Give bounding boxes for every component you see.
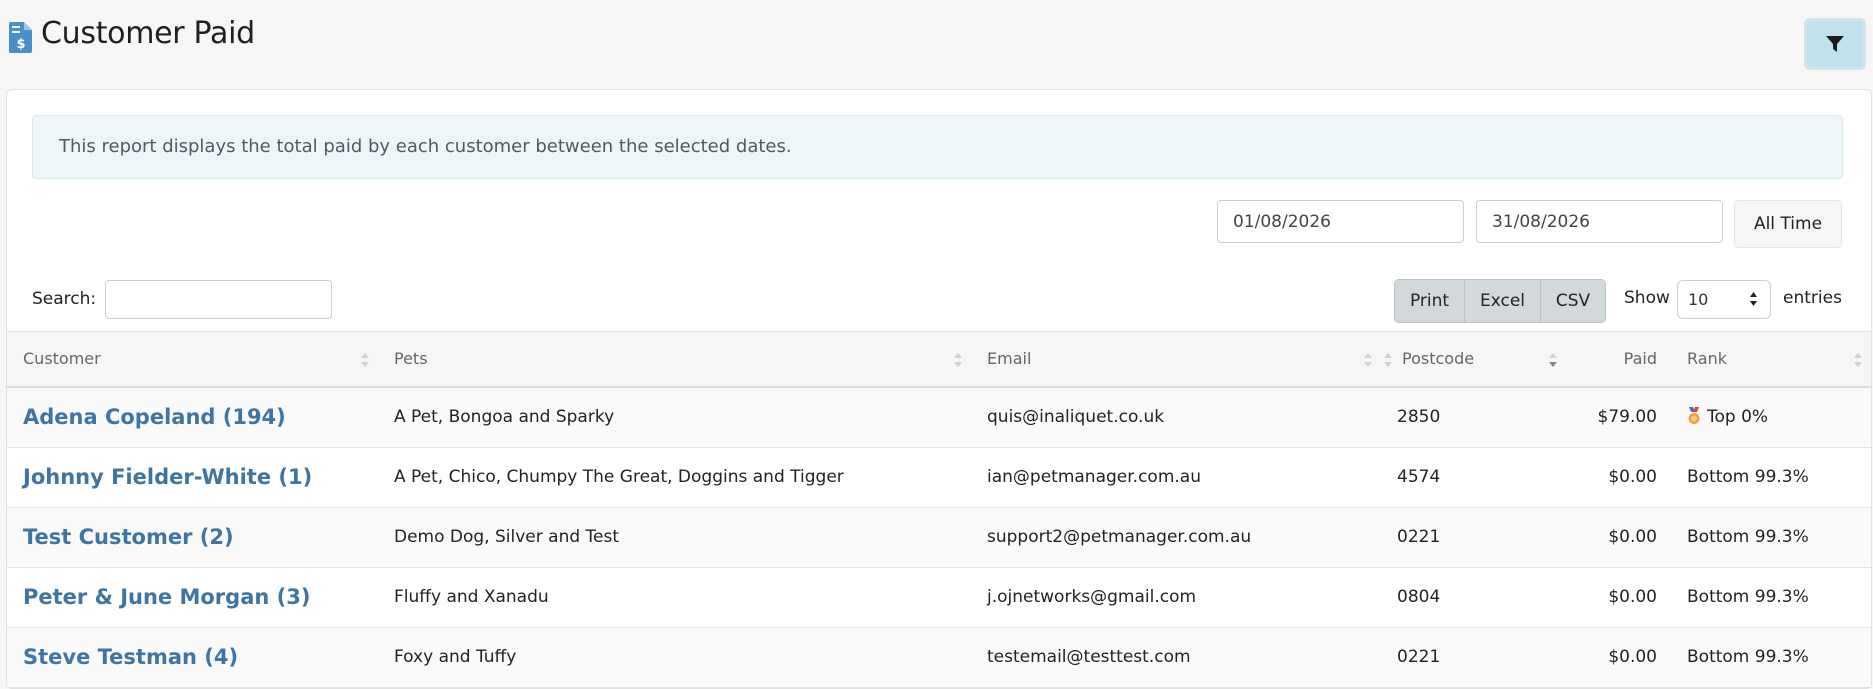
paid-cell: $0.00 <box>1566 567 1671 628</box>
table-row: Test Customer (2) Demo Dog, Silver and T… <box>7 507 1871 568</box>
entries-label: entries <box>1783 288 1842 308</box>
email-cell: j.ojnetworks@gmail.com <box>971 567 1381 628</box>
entries-select-value: 10 <box>1688 290 1709 309</box>
email-cell: support2@petmanager.com.au <box>971 507 1381 568</box>
rank-text: Top 0% <box>1707 407 1769 427</box>
date-from-input[interactable] <box>1217 200 1464 243</box>
postcode-cell: 0221 <box>1381 627 1566 688</box>
postcode-cell: 0221 <box>1381 507 1566 568</box>
all-time-button[interactable]: All Time <box>1734 200 1842 248</box>
svg-text:$: $ <box>16 37 25 52</box>
report-description: This report displays the total paid by e… <box>32 115 1843 179</box>
postcode-cell: 2850 <box>1381 386 1566 448</box>
paid-cell: $0.00 <box>1566 507 1671 568</box>
excel-button[interactable]: Excel <box>1465 280 1541 322</box>
entries-select[interactable]: 10 <box>1677 280 1771 319</box>
rank-cell: Bottom 99.3% <box>1671 507 1871 568</box>
pets-cell: A Pet, Bongoa and Sparky <box>378 386 971 448</box>
customer-link[interactable]: Johnny Fielder-White (1) <box>23 465 312 489</box>
table-row: Adena Copeland (194) A Pet, Bongoa and S… <box>7 386 1871 448</box>
medal-icon <box>1688 407 1700 424</box>
report-card: This report displays the total paid by e… <box>6 89 1872 689</box>
email-cell: testemail@testtest.com <box>971 627 1381 688</box>
export-button-group: Print Excel CSV <box>1394 279 1606 323</box>
postcode-cell: 4574 <box>1381 447 1566 508</box>
customer-paid-table: Customer Pets Email Postcode Paid Rank A… <box>7 331 1871 688</box>
filter-funnel-icon <box>1826 35 1844 52</box>
date-to-input[interactable] <box>1476 200 1723 243</box>
print-button[interactable]: Print <box>1395 280 1465 322</box>
show-label: Show <box>1624 288 1670 308</box>
sort-icon <box>954 353 962 367</box>
page-header: $ Customer Paid <box>0 0 1873 80</box>
search-input[interactable] <box>105 280 332 319</box>
rank-cell: Bottom 99.3% <box>1671 447 1871 508</box>
rank-cell: Bottom 99.3% <box>1671 627 1871 688</box>
csv-button[interactable]: CSV <box>1541 280 1605 322</box>
table-header-row: Customer Pets Email Postcode Paid Rank <box>7 331 1871 388</box>
customer-link[interactable]: Steve Testman (4) <box>23 645 238 669</box>
column-header-postcode[interactable]: Postcode <box>1381 331 1566 388</box>
customer-link[interactable]: Test Customer (2) <box>23 525 234 549</box>
sort-icon <box>1854 353 1862 367</box>
select-arrows-icon <box>1750 292 1757 306</box>
paid-cell: $0.00 <box>1566 627 1671 688</box>
search-label: Search: <box>32 289 97 309</box>
table-row: Johnny Fielder-White (1) A Pet, Chico, C… <box>7 447 1871 508</box>
column-header-rank[interactable]: Rank <box>1671 331 1871 388</box>
rank-cell: Top 0% <box>1671 386 1871 448</box>
email-cell: quis@inaliquet.co.uk <box>971 386 1381 448</box>
paid-cell: $0.00 <box>1566 447 1671 508</box>
table-row: Steve Testman (4) Foxy and Tuffy testema… <box>7 627 1871 688</box>
invoice-dollar-icon: $ <box>9 22 32 53</box>
pets-cell: A Pet, Chico, Chumpy The Great, Doggins … <box>378 447 971 508</box>
paid-cell: $79.00 <box>1566 386 1671 448</box>
column-header-paid[interactable]: Paid <box>1566 331 1671 388</box>
pets-cell: Demo Dog, Silver and Test <box>378 507 971 568</box>
sort-icon <box>1364 353 1372 367</box>
column-header-email[interactable]: Email <box>971 331 1381 388</box>
filter-button[interactable] <box>1804 18 1866 70</box>
sort-descending-icon <box>1549 353 1557 367</box>
table-row: Peter & June Morgan (3) Fluffy and Xanad… <box>7 567 1871 628</box>
sort-icon <box>1384 353 1392 367</box>
page-title: Customer Paid <box>41 16 255 51</box>
column-header-pets[interactable]: Pets <box>378 331 971 388</box>
pets-cell: Fluffy and Xanadu <box>378 567 971 628</box>
email-cell: ian@petmanager.com.au <box>971 447 1381 508</box>
rank-cell: Bottom 99.3% <box>1671 567 1871 628</box>
customer-link[interactable]: Adena Copeland (194) <box>23 405 286 429</box>
postcode-cell: 0804 <box>1381 567 1566 628</box>
sort-icon <box>361 353 369 367</box>
customer-link[interactable]: Peter & June Morgan (3) <box>23 585 310 609</box>
pets-cell: Foxy and Tuffy <box>378 627 971 688</box>
column-header-customer[interactable]: Customer <box>7 331 378 388</box>
